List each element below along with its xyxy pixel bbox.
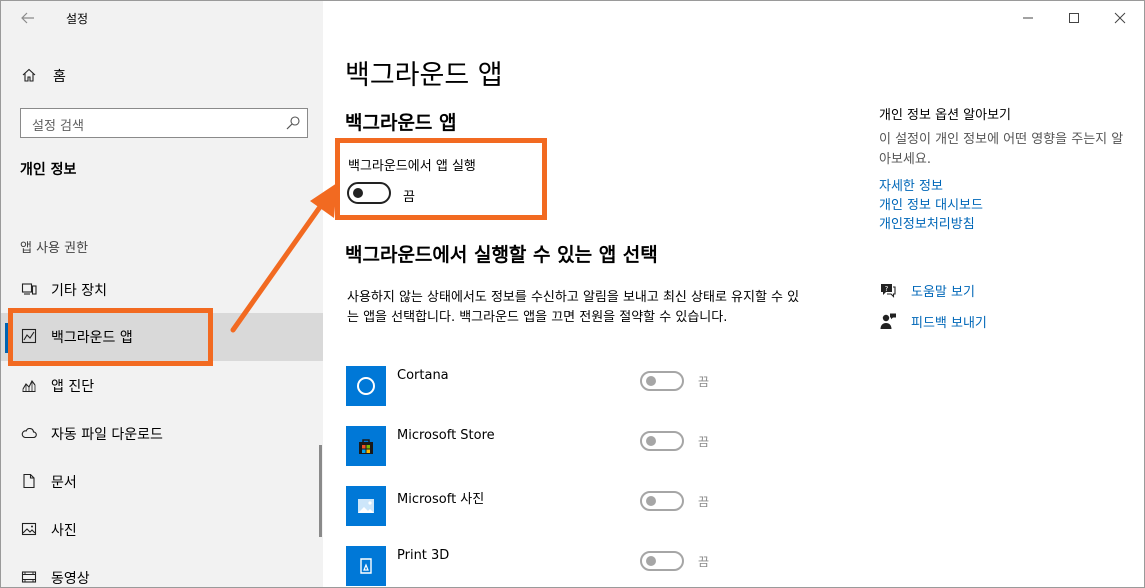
annotation-arrow-icon	[230, 183, 337, 333]
